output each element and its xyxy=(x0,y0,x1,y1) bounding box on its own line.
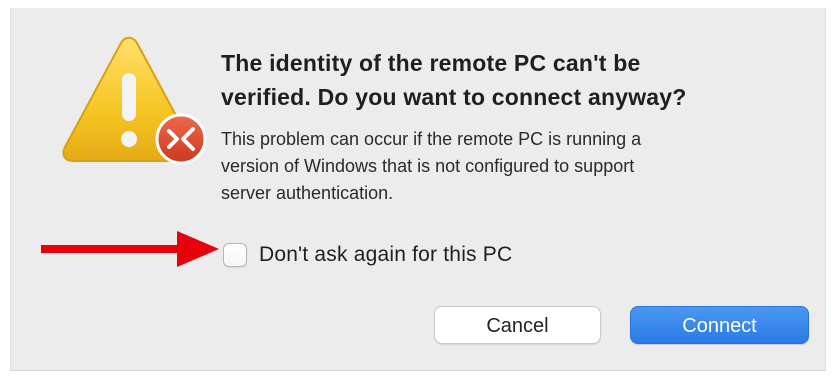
red-arrow-icon xyxy=(41,231,219,267)
cancel-button[interactable]: Cancel xyxy=(434,306,601,344)
dialog-window: The identity of the remote PC can't be v… xyxy=(10,8,826,371)
dialog-message: This problem can occur if the remote PC … xyxy=(221,126,801,207)
dialog-title-line: The identity of the remote PC can't be xyxy=(221,50,641,76)
warning-triangle-icon xyxy=(62,36,207,165)
dont-ask-again-checkbox[interactable] xyxy=(223,243,247,267)
arrow-shaft xyxy=(41,245,181,253)
dialog-icon xyxy=(59,35,213,183)
remote-desktop-icon xyxy=(155,113,207,165)
connect-button[interactable]: Connect xyxy=(630,306,809,344)
dialog-message-line: This problem can occur if the remote PC … xyxy=(221,129,642,149)
dont-ask-again-option[interactable]: Don't ask again for this PC xyxy=(223,236,512,274)
dialog-title-line: verified. Do you want to connect anyway? xyxy=(221,84,687,110)
dialog-title: The identity of the remote PC can't be v… xyxy=(221,46,801,114)
dont-ask-again-label[interactable]: Don't ask again for this PC xyxy=(259,243,512,267)
dialog-message-line: version of Windows that is not configure… xyxy=(221,156,635,176)
dialog-message-line: server authentication. xyxy=(221,183,394,203)
arrow-head xyxy=(177,231,219,267)
